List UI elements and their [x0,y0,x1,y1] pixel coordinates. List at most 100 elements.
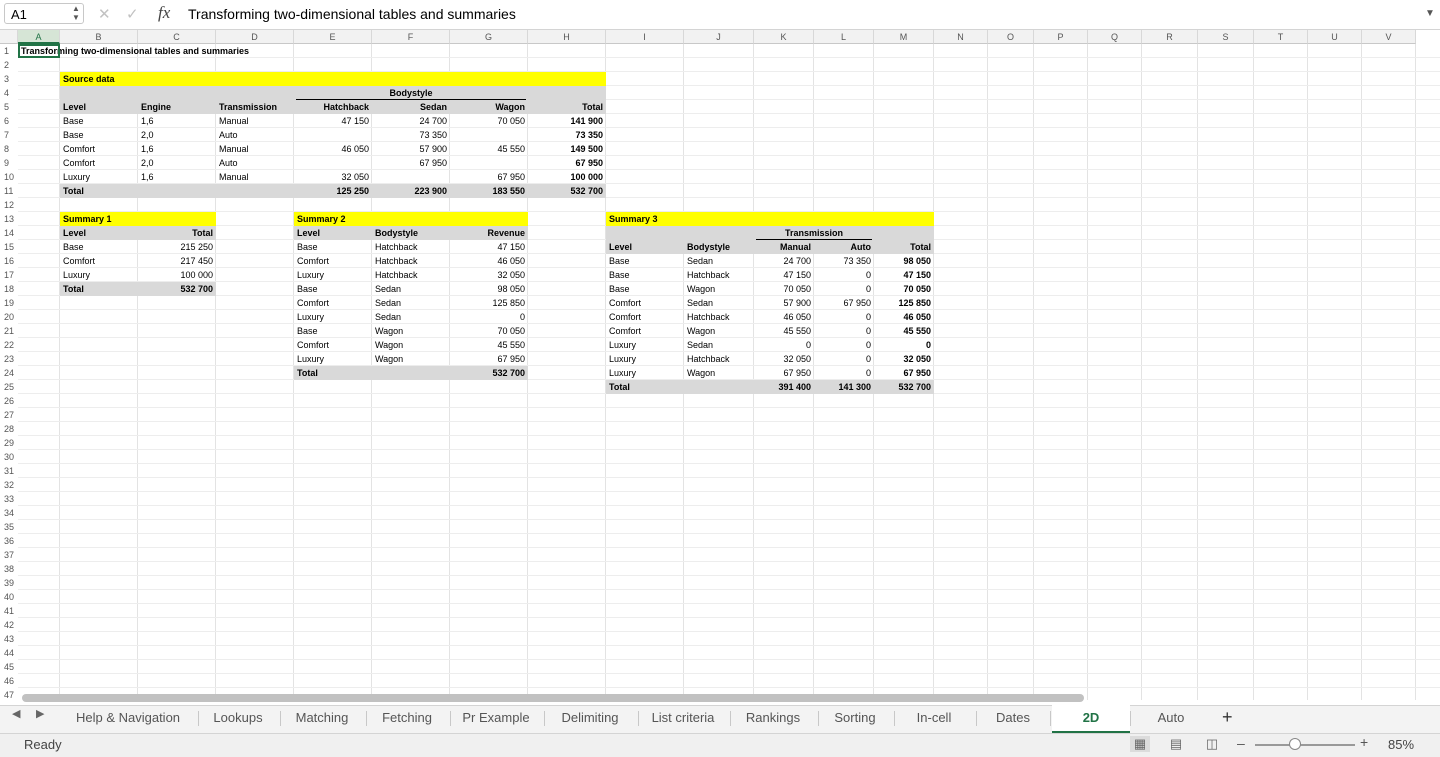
row-header-30[interactable]: 30 [0,450,18,464]
column-header-b[interactable]: B [60,30,138,44]
tab-dates[interactable]: Dates [978,705,1048,731]
column-header-l[interactable]: L [814,30,874,44]
row-header-2[interactable]: 2 [0,58,18,72]
fx-icon[interactable]: fx [158,3,170,23]
tab-scroll-right-icon[interactable]: ▶ [36,707,44,720]
row-header-9[interactable]: 9 [0,156,18,170]
row-header-15[interactable]: 15 [0,240,18,254]
row-header-25[interactable]: 25 [0,380,18,394]
normal-view-icon[interactable]: ▦ [1130,736,1150,752]
tab-list-criteria[interactable]: List criteria [640,705,726,731]
cancel-icon[interactable]: ✕ [98,5,111,23]
page-layout-view-icon[interactable]: ▤ [1166,736,1186,752]
row-header-38[interactable]: 38 [0,562,18,576]
row-header-10[interactable]: 10 [0,170,18,184]
column-header-c[interactable]: C [138,30,216,44]
column-header-v[interactable]: V [1362,30,1416,44]
row-header-41[interactable]: 41 [0,604,18,618]
row-header-36[interactable]: 36 [0,534,18,548]
row-header-14[interactable]: 14 [0,226,18,240]
row-header-3[interactable]: 3 [0,72,18,86]
chevron-down-icon[interactable]: ▼ [1425,8,1435,19]
row-header-24[interactable]: 24 [0,366,18,380]
page-break-view-icon[interactable]: ◫ [1202,736,1222,752]
row-header-47[interactable]: 47 [0,688,18,700]
zoom-slider[interactable] [1255,744,1355,746]
tab-scroll-left-icon[interactable]: ◀ [12,707,20,720]
column-header-s[interactable]: S [1198,30,1254,44]
row-header-23[interactable]: 23 [0,352,18,366]
row-header-12[interactable]: 12 [0,198,18,212]
row-header-40[interactable]: 40 [0,590,18,604]
column-header-t[interactable]: T [1254,30,1308,44]
tab-2d[interactable]: 2D [1052,705,1130,733]
formula-input[interactable]: Transforming two-dimensional tables and … [188,6,516,22]
tab-in-cell[interactable]: In-cell [896,705,972,731]
row-header-45[interactable]: 45 [0,660,18,674]
row-header-20[interactable]: 20 [0,310,18,324]
row-header-16[interactable]: 16 [0,254,18,268]
row-header-19[interactable]: 19 [0,296,18,310]
row-header-28[interactable]: 28 [0,422,18,436]
column-header-a[interactable]: A [18,30,60,44]
row-header-5[interactable]: 5 [0,100,18,114]
zoom-out-icon[interactable]: – [1237,735,1245,751]
row-header-7[interactable]: 7 [0,128,18,142]
tab-fetching[interactable]: Fetching [368,705,446,731]
horizontal-scrollbar[interactable] [22,694,1084,702]
column-header-i[interactable]: I [606,30,684,44]
row-header-13[interactable]: 13 [0,212,18,226]
row-header-33[interactable]: 33 [0,492,18,506]
row-header-8[interactable]: 8 [0,142,18,156]
column-header-m[interactable]: M [874,30,934,44]
tab-help-navigation[interactable]: Help & Navigation [62,705,194,731]
row-header-39[interactable]: 39 [0,576,18,590]
column-header-o[interactable]: O [988,30,1034,44]
row-header-22[interactable]: 22 [0,338,18,352]
add-sheet-icon[interactable]: + [1222,707,1233,728]
active-cell-outline[interactable] [18,44,60,58]
tab-auto[interactable]: Auto [1132,705,1210,731]
tab-rankings[interactable]: Rankings [732,705,814,731]
row-header-11[interactable]: 11 [0,184,18,198]
row-header-27[interactable]: 27 [0,408,18,422]
row-header-21[interactable]: 21 [0,324,18,338]
row-header-35[interactable]: 35 [0,520,18,534]
column-header-g[interactable]: G [450,30,528,44]
row-header-42[interactable]: 42 [0,618,18,632]
row-header-31[interactable]: 31 [0,464,18,478]
column-header-j[interactable]: J [684,30,754,44]
column-header-u[interactable]: U [1308,30,1362,44]
row-header-6[interactable]: 6 [0,114,18,128]
zoom-slider-thumb[interactable] [1289,738,1301,750]
tab-pr-example[interactable]: Pr Example [452,705,540,731]
column-header-r[interactable]: R [1142,30,1198,44]
checkmark-icon[interactable]: ✓ [126,5,139,23]
column-header-h[interactable]: H [528,30,606,44]
row-header-46[interactable]: 46 [0,674,18,688]
row-header-26[interactable]: 26 [0,394,18,408]
select-all-corner[interactable] [0,30,18,44]
row-header-44[interactable]: 44 [0,646,18,660]
column-header-n[interactable]: N [934,30,988,44]
column-header-k[interactable]: K [754,30,814,44]
row-header-43[interactable]: 43 [0,632,18,646]
row-header-18[interactable]: 18 [0,282,18,296]
row-header-34[interactable]: 34 [0,506,18,520]
tab-lookups[interactable]: Lookups [200,705,276,731]
row-header-17[interactable]: 17 [0,268,18,282]
column-header-p[interactable]: P [1034,30,1088,44]
tab-delimiting[interactable]: Delimiting [546,705,634,731]
row-header-32[interactable]: 32 [0,478,18,492]
column-header-f[interactable]: F [372,30,450,44]
row-header-37[interactable]: 37 [0,548,18,562]
zoom-level[interactable]: 85% [1388,737,1414,752]
spreadsheet-grid[interactable]: A B C D E F G H I J K L M N O P Q R S T U V 1 2 3 4 5 6 7 8 9 10 11 12 13 1… [0,30,1440,700]
name-box-stepper-icon[interactable]: ▲ ▼ [72,4,80,22]
column-header-e[interactable]: E [294,30,372,44]
zoom-in-icon[interactable]: + [1360,734,1368,750]
column-header-d[interactable]: D [216,30,294,44]
row-header-29[interactable]: 29 [0,436,18,450]
row-header-1[interactable]: 1 [0,44,18,58]
row-header-4[interactable]: 4 [0,86,18,100]
